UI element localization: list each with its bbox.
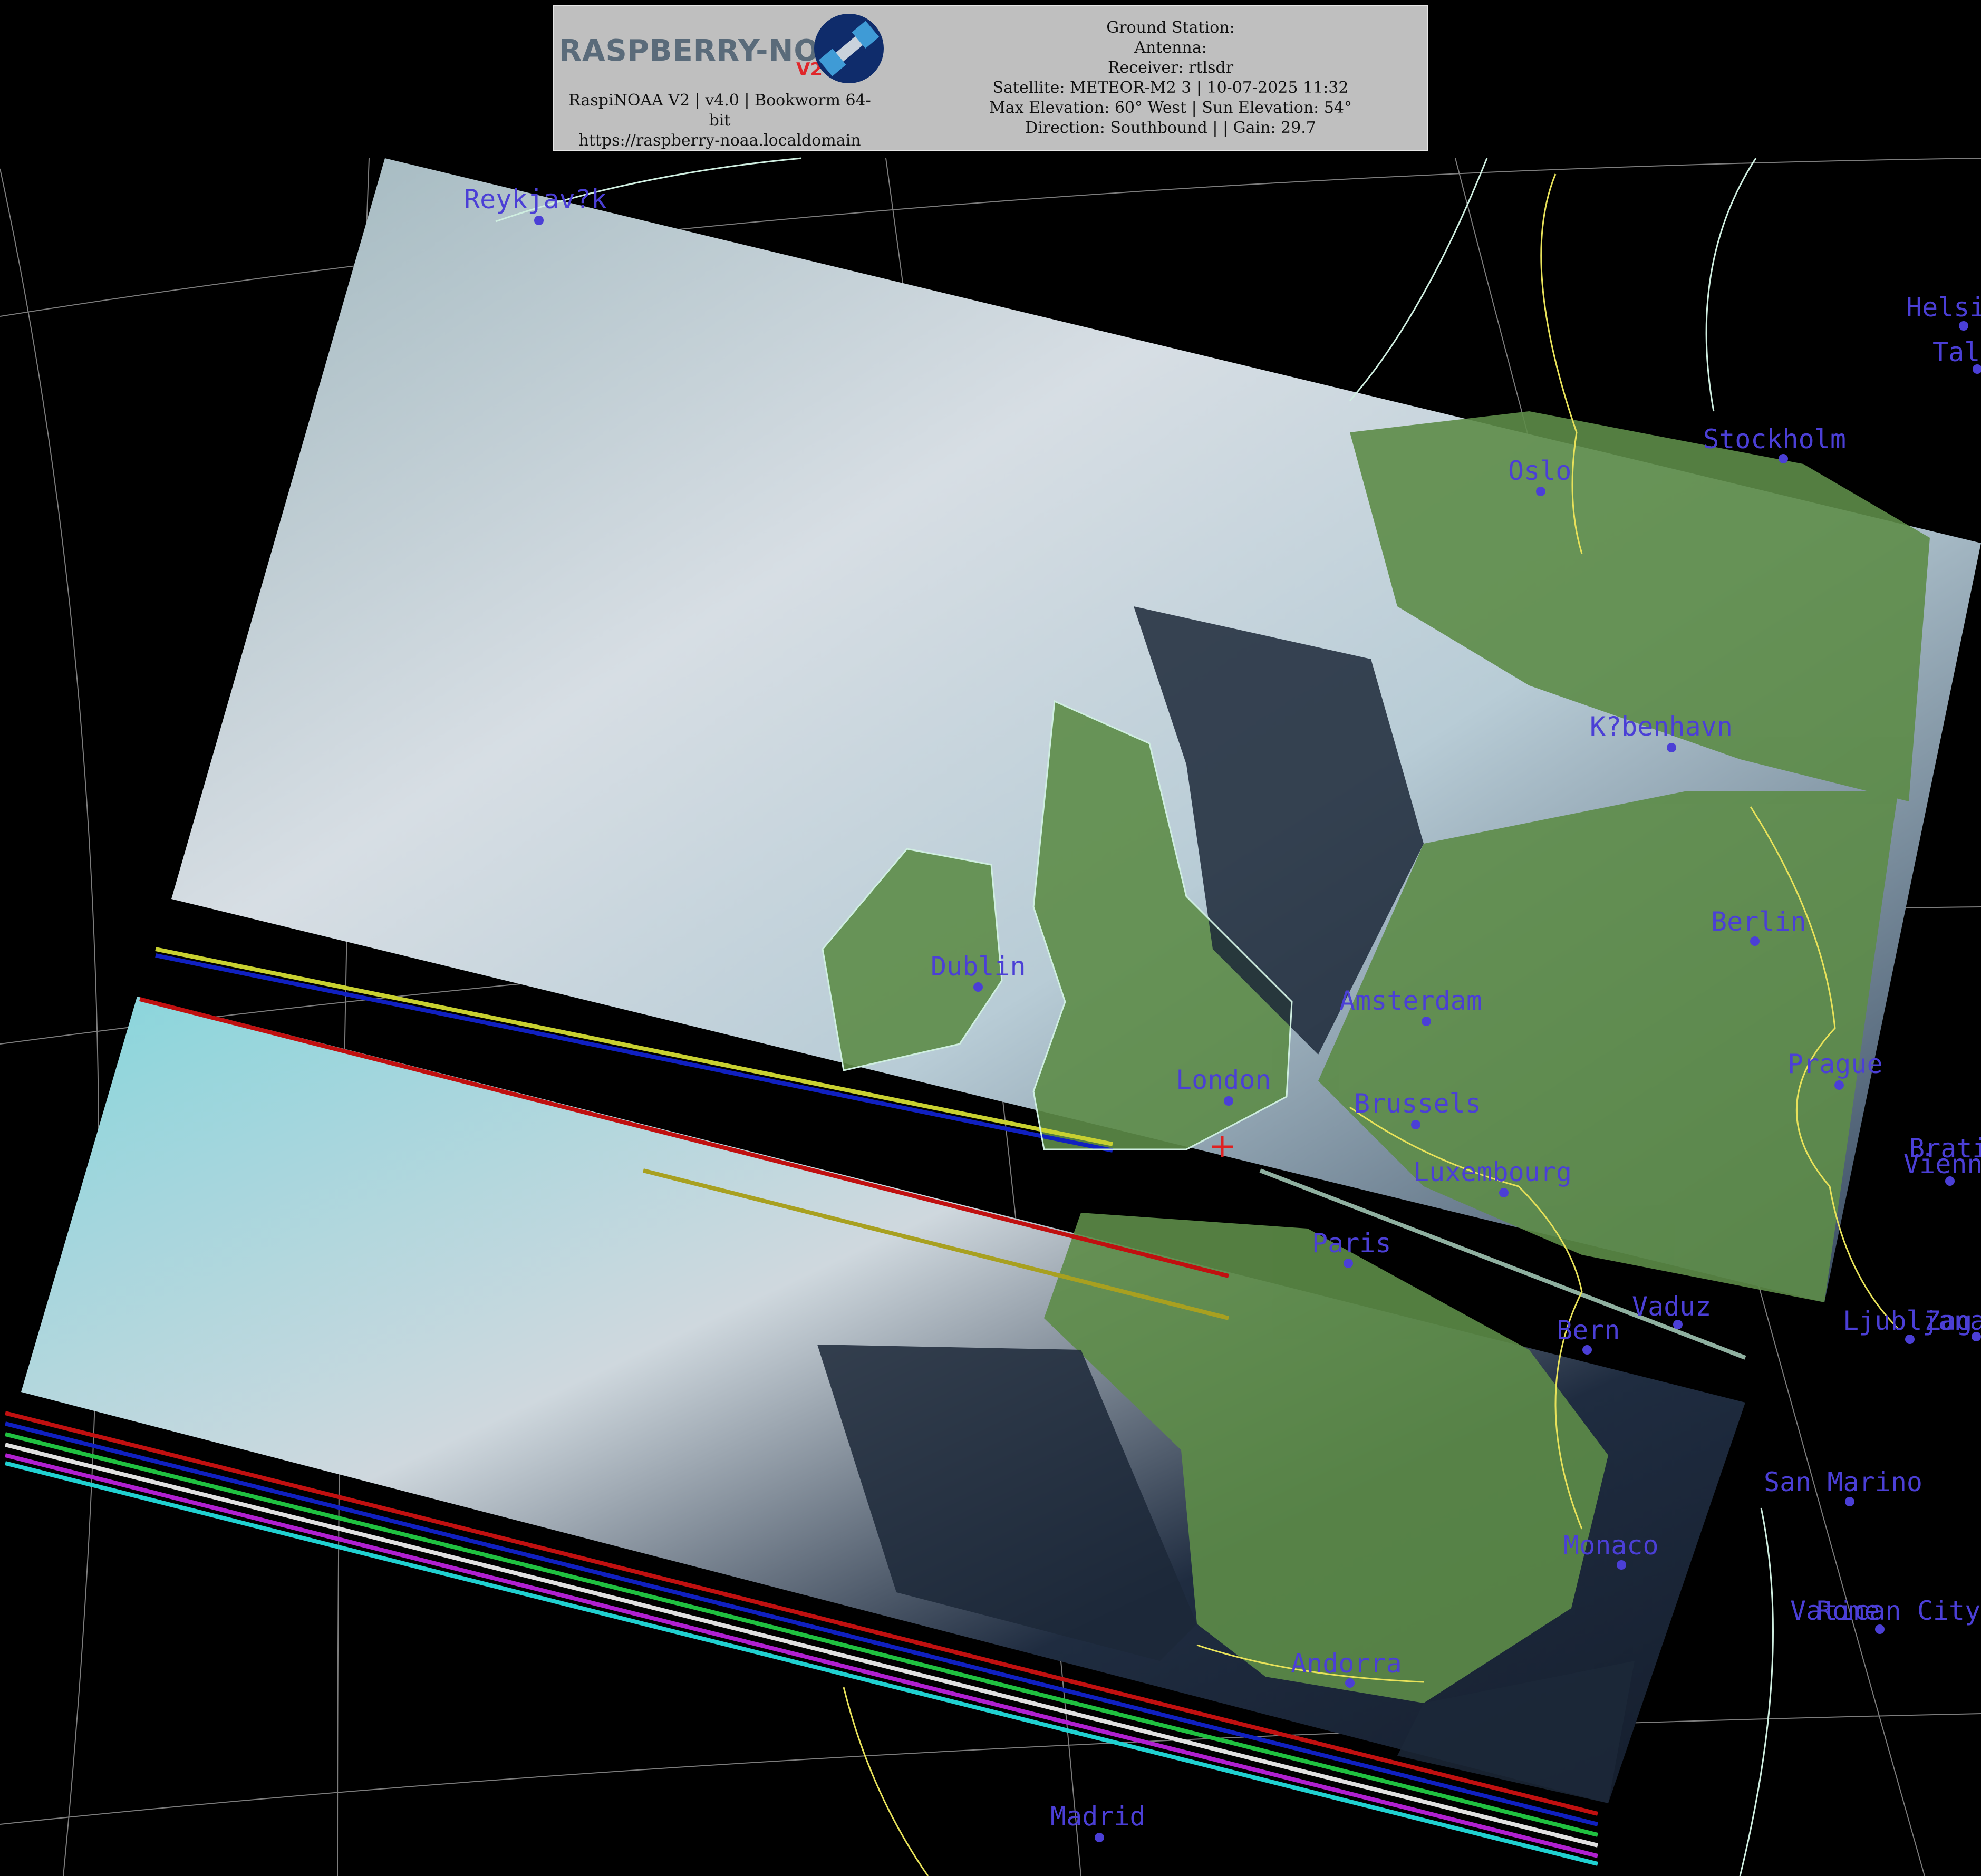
city-rome: Rome (1816, 1595, 1880, 1626)
pass-info-header: RASPBERRY-NOAA V2 RaspiNOAA V2 | v4.0 | … (553, 5, 1428, 151)
ground-station: Ground Station: (1106, 18, 1235, 37)
svg-text:Rome: Rome (1816, 1595, 1880, 1626)
elevation-info: Max Elevation: 60° West | Sun Elevation:… (989, 99, 1352, 117)
city-bern: Bern (1557, 1315, 1620, 1355)
satellite-map: Reykjav?k Helsi Tall Stockholm Oslo K?be… (0, 157, 1981, 1876)
svg-text:Helsi: Helsi (1906, 292, 1981, 323)
svg-text:Oslo: Oslo (1508, 456, 1571, 486)
city-tallinn: Tall (1932, 337, 1981, 374)
svg-text:Bern: Bern (1557, 1315, 1620, 1346)
svg-text:Zag: Zag (1925, 1306, 1972, 1336)
svg-text:Reykjav?k: Reykjav?k (464, 184, 607, 215)
city-san-marino: San Marino (1764, 1467, 1922, 1506)
city-madrid: Madrid (1050, 1801, 1146, 1842)
svg-text:Tall: Tall (1932, 337, 1981, 368)
svg-text:K?benhavn: K?benhavn (1590, 711, 1733, 742)
svg-text:Bratis: Bratis (1909, 1133, 1981, 1164)
software-info: RaspiNOAA V2 | v4.0 | Bookworm 64- bit h… (554, 91, 886, 151)
city-helsinki: Helsi (1906, 292, 1981, 331)
svg-text:Dublin: Dublin (931, 951, 1026, 982)
svg-text:Amsterdam: Amsterdam (1339, 985, 1482, 1016)
pass-details: Ground Station: Antenna: Receiver: rtlsd… (923, 18, 1418, 138)
station-url: https://raspberry-noaa.localdomain (578, 131, 861, 150)
svg-text:Stockholm: Stockholm (1703, 424, 1846, 455)
svg-text:Berlin: Berlin (1711, 906, 1806, 937)
city-bratislava: Bratis (1909, 1133, 1981, 1164)
svg-text:Paris: Paris (1312, 1228, 1391, 1259)
software-version-line: RaspiNOAA V2 | v4.0 | Bookworm 64- (568, 91, 871, 110)
receiver: Receiver: rtlsdr (1107, 59, 1234, 77)
direction-gain: Direction: Southbound | | Gain: 29.7 (1025, 119, 1316, 137)
software-version-line-wrap: bit (709, 111, 731, 130)
svg-text:Luxembourg: Luxembourg (1413, 1157, 1572, 1187)
svg-text:San Marino: San Marino (1764, 1467, 1922, 1497)
antenna: Antenna: (1134, 38, 1207, 57)
svg-text:Andorra: Andorra (1291, 1648, 1402, 1679)
svg-text:Madrid: Madrid (1050, 1801, 1146, 1832)
svg-text:Prague: Prague (1787, 1049, 1883, 1079)
svg-text:London: London (1176, 1065, 1271, 1095)
svg-text:Brussels: Brussels (1354, 1088, 1481, 1119)
svg-text:Monaco: Monaco (1563, 1530, 1659, 1561)
svg-text:Vaduz: Vaduz (1632, 1291, 1712, 1322)
satellite-pass: Satellite: METEOR-M2 3 | 10-07-2025 11:3… (992, 79, 1349, 97)
city-vaduz: Vaduz (1632, 1291, 1712, 1329)
satellite-icon (814, 14, 884, 83)
